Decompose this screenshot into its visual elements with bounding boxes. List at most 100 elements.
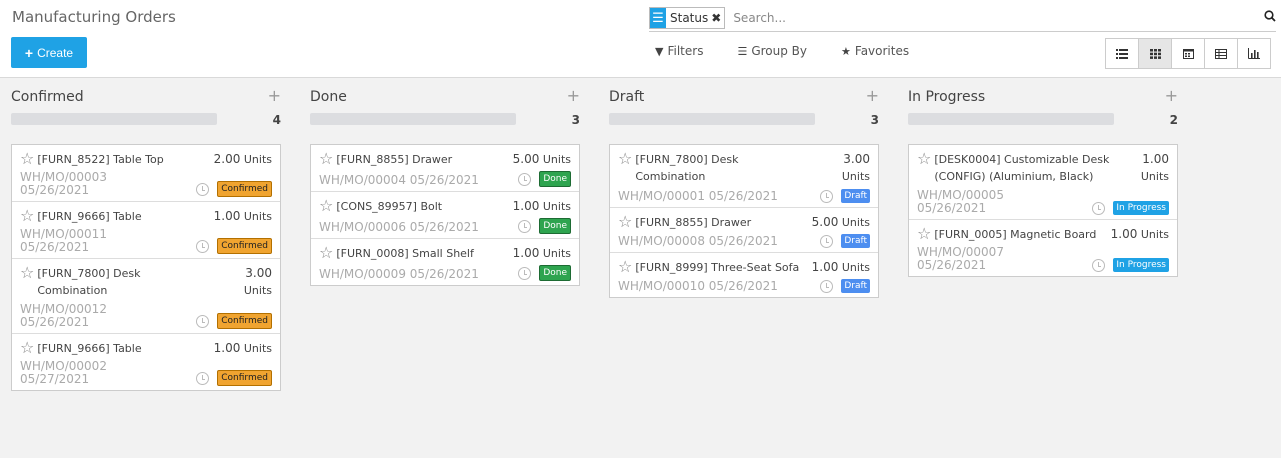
search-bar: ☰ Status ✖	[649, 5, 1276, 32]
favorites-button[interactable]: ★ Favorites	[841, 44, 909, 58]
status-badge: Draft	[841, 279, 870, 293]
status-badge: Done	[539, 218, 571, 234]
kanban-card[interactable]: ☆ [DESK0004] Customizable Desk (CONFIG) …	[909, 145, 1177, 220]
kanban-card[interactable]: ☆ [FURN_8855] Drawer 5.00 Units WH/MO/00…	[610, 208, 878, 253]
activity-clock-icon[interactable]	[820, 189, 834, 203]
card-quantity: 1.00 Units	[1111, 226, 1169, 243]
mo-date: 05/26/2021	[409, 173, 479, 187]
product-name: [FURN_0005] Magnetic Board	[934, 228, 1097, 241]
product-name: [FURN_8855] Drawer	[635, 216, 752, 229]
create-button[interactable]: + Create	[11, 37, 87, 68]
add-card-icon[interactable]: +	[268, 86, 281, 105]
column-progress-bar[interactable]	[609, 113, 815, 125]
product-name: [FURN_9666] Table	[37, 342, 142, 355]
column-progress-bar[interactable]	[908, 113, 1114, 125]
list-view-button[interactable]	[1105, 38, 1139, 69]
star-icon[interactable]: ☆	[618, 151, 632, 167]
mo-reference: WH/MO/00003	[20, 170, 107, 184]
activity-clock-icon[interactable]	[196, 371, 210, 385]
mo-date: 05/26/2021	[917, 258, 987, 272]
quantity-unit: Units	[243, 153, 272, 166]
bar-chart-icon	[1248, 48, 1260, 59]
card-title: ☆ [FURN_8999] Three-Seat Sofa	[618, 259, 799, 276]
quantity-value: 5.00	[811, 215, 839, 229]
activity-clock-icon[interactable]	[1092, 258, 1106, 272]
product-name: [CONS_89957] Bolt	[336, 200, 443, 213]
remove-facet-icon[interactable]: ✖	[711, 8, 724, 28]
kanban-card[interactable]: ☆ [FURN_8522] Table Top 2.00 Units WH/MO…	[12, 145, 280, 202]
card-quantity: 1.00 Units	[214, 340, 272, 357]
activity-clock-icon[interactable]	[196, 314, 210, 328]
page-title: Manufacturing Orders	[12, 8, 176, 26]
card-reference: WH/MO/00011 05/26/2021	[20, 228, 107, 254]
card-quantity: 1.00 Units	[1141, 151, 1169, 185]
pivot-view-button[interactable]	[1204, 38, 1238, 69]
status-badge: Done	[539, 265, 571, 281]
kanban-card[interactable]: ☆ [FURN_9666] Table 1.00 Units WH/MO/000…	[12, 202, 280, 259]
column-progress-bar[interactable]	[310, 113, 516, 125]
card-list: ☆ [DESK0004] Customizable Desk (CONFIG) …	[908, 144, 1178, 277]
card-title: ☆ [FURN_8855] Drawer	[618, 214, 751, 231]
star-icon[interactable]: ☆	[319, 245, 333, 261]
column-header: Draft +	[609, 79, 879, 105]
card-title: ☆ [FURN_8855] Drawer	[319, 151, 452, 168]
kanban-card[interactable]: ☆ [FURN_8999] Three-Seat Sofa 1.00 Units…	[610, 253, 878, 297]
activity-clock-icon[interactable]	[196, 239, 210, 253]
add-card-icon[interactable]: +	[567, 86, 580, 105]
kanban-view-button[interactable]	[1138, 38, 1172, 69]
activity-clock-icon[interactable]	[518, 172, 532, 186]
card-list: ☆ [FURN_8522] Table Top 2.00 Units WH/MO…	[11, 144, 281, 391]
product-name: [FURN_8855] Drawer	[336, 153, 453, 166]
star-icon[interactable]: ☆	[319, 198, 333, 214]
star-icon[interactable]: ☆	[618, 259, 632, 275]
kanban-card[interactable]: ☆ [FURN_0008] Small Shelf 1.00 Units WH/…	[311, 239, 579, 285]
quantity-unit: Units	[542, 153, 571, 166]
kanban-card[interactable]: ☆ [FURN_0005] Magnetic Board 1.00 Units …	[909, 220, 1177, 276]
kanban-card[interactable]: ☆ [CONS_89957] Bolt 1.00 Units WH/MO/000…	[311, 192, 579, 239]
card-quantity: 1.00 Units	[812, 259, 870, 276]
graph-view-button[interactable]	[1237, 38, 1271, 69]
search-input[interactable]	[733, 7, 1256, 29]
card-reference: WH/MO/00007 05/26/2021	[917, 246, 1004, 272]
card-title: ☆ [FURN_9666] Table	[20, 340, 142, 357]
star-icon[interactable]: ☆	[618, 214, 632, 230]
activity-clock-icon[interactable]	[1092, 201, 1106, 215]
card-list: ☆ [FURN_8855] Drawer 5.00 Units WH/MO/00…	[310, 144, 580, 286]
mo-reference: WH/MO/00012	[20, 302, 107, 316]
activity-clock-icon[interactable]	[820, 279, 834, 293]
group-by-button[interactable]: ☰ Group By	[737, 44, 807, 58]
activity-clock-icon[interactable]	[820, 234, 834, 248]
status-badge: In Progress	[1113, 258, 1169, 272]
activity-clock-icon[interactable]	[196, 182, 210, 196]
activity-clock-icon[interactable]	[518, 266, 532, 280]
search-facet[interactable]: ☰ Status ✖	[649, 7, 726, 29]
star-icon[interactable]: ☆	[917, 226, 931, 242]
filters-button[interactable]: ▼ Filters	[655, 44, 703, 58]
star-icon[interactable]: ☆	[20, 265, 34, 281]
calendar-view-button[interactable]	[1171, 38, 1205, 69]
star-icon[interactable]: ☆	[20, 340, 34, 356]
add-card-icon[interactable]: +	[866, 86, 879, 105]
kanban-card[interactable]: ☆ [FURN_8855] Drawer 5.00 Units WH/MO/00…	[311, 145, 579, 192]
star-icon[interactable]: ☆	[917, 151, 931, 167]
kanban-card[interactable]: ☆ [FURN_9666] Table 1.00 Units WH/MO/000…	[12, 334, 280, 390]
quantity-unit: Units	[542, 200, 571, 213]
add-card-icon[interactable]: +	[1165, 86, 1178, 105]
mo-date: 05/26/2021	[409, 220, 479, 234]
column-progress-bar[interactable]	[11, 113, 217, 125]
card-reference: WH/MO/00002 05/27/2021	[20, 360, 107, 386]
product-name: [DESK0004] Customizable Desk	[934, 153, 1110, 166]
star-icon[interactable]: ☆	[20, 208, 34, 224]
control-panel: Manufacturing Orders + Create ☰ Status ✖…	[0, 0, 1281, 78]
mo-reference: WH/MO/00005	[917, 188, 1004, 202]
mo-date: 05/26/2021	[708, 234, 778, 248]
activity-clock-icon[interactable]	[518, 219, 532, 233]
search-icon[interactable]	[1256, 10, 1276, 26]
quantity-value: 1.00	[1110, 227, 1138, 241]
star-icon[interactable]: ☆	[20, 151, 34, 167]
card-quantity: 1.00 Units	[513, 245, 571, 262]
kanban-card[interactable]: ☆ [FURN_7800] Desk Combination 3.00 Units…	[610, 145, 878, 208]
card-title: ☆ [DESK0004] Customizable Desk (CONFIG) …	[917, 151, 1109, 185]
kanban-card[interactable]: ☆ [FURN_7800] Desk Combination 3.00 Units…	[12, 259, 280, 334]
star-icon[interactable]: ☆	[319, 151, 333, 167]
